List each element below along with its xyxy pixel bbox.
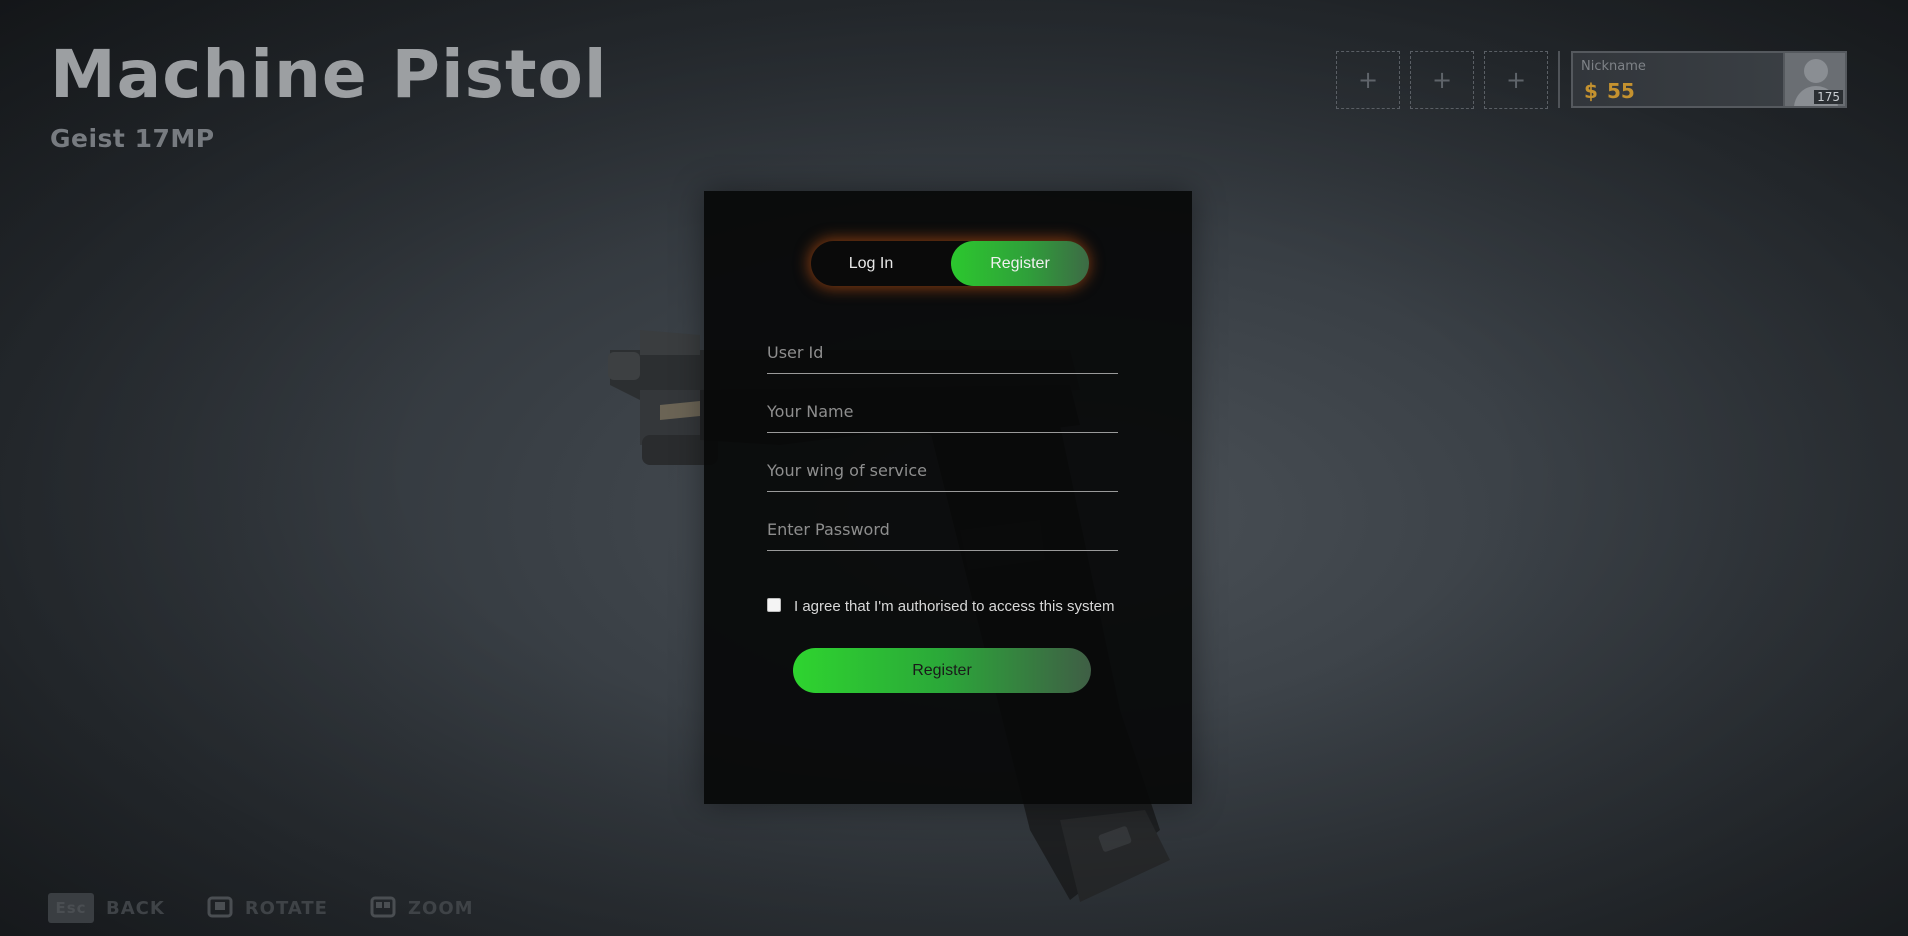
credits-value: 55 bbox=[1607, 79, 1635, 103]
wing-of-service-field[interactable] bbox=[767, 450, 1118, 492]
auth-mode-toggle: Log In Register bbox=[811, 241, 1089, 286]
back-label: BACK bbox=[106, 897, 165, 919]
player-level-badge: 175 bbox=[1814, 90, 1843, 104]
player-nickname: Nickname bbox=[1581, 59, 1646, 74]
back-hint[interactable]: Esc BACK bbox=[48, 893, 165, 923]
password-field[interactable] bbox=[767, 509, 1118, 551]
player-profile-card[interactable]: Nickname $ 55 175 bbox=[1571, 51, 1847, 108]
coin-icon: $ bbox=[1584, 79, 1598, 103]
plus-icon: + bbox=[1357, 66, 1379, 94]
tab-log-in[interactable]: Log In bbox=[811, 241, 931, 286]
rotate-icon bbox=[207, 896, 233, 920]
name-field[interactable] bbox=[767, 391, 1118, 433]
esc-key-icon: Esc bbox=[48, 893, 94, 923]
rotate-hint[interactable]: ROTATE bbox=[207, 896, 328, 920]
rotate-label: ROTATE bbox=[244, 897, 328, 919]
player-credits: $ 55 bbox=[1581, 79, 1635, 103]
register-submit-button[interactable]: Register bbox=[793, 648, 1091, 693]
user-id-field[interactable] bbox=[767, 332, 1118, 374]
page-title: Machine Pistol bbox=[50, 36, 608, 113]
empty-slot-1[interactable]: + bbox=[1336, 51, 1400, 109]
empty-slot-2[interactable]: + bbox=[1410, 51, 1474, 109]
zoom-hint[interactable]: ZOOM bbox=[370, 896, 474, 920]
zoom-icon bbox=[370, 896, 396, 920]
register-modal: Log In Register I agree that I'm authori… bbox=[704, 191, 1192, 804]
user-avatar-icon[interactable]: 175 bbox=[1783, 53, 1845, 106]
plus-icon: + bbox=[1431, 66, 1453, 94]
slot-divider bbox=[1558, 51, 1560, 108]
agree-checkbox[interactable] bbox=[767, 597, 781, 612]
empty-slot-3[interactable]: + bbox=[1484, 51, 1548, 109]
tab-register[interactable]: Register bbox=[951, 241, 1089, 286]
footer-hints: Esc BACK ROTATE ZOOM bbox=[48, 893, 516, 923]
zoom-label: ZOOM bbox=[407, 897, 474, 919]
agree-label: I agree that I'm authorised to access th… bbox=[794, 598, 1115, 615]
weapon-subtitle: Geist 17MP bbox=[50, 124, 215, 153]
agree-row: I agree that I'm authorised to access th… bbox=[767, 594, 1115, 615]
plus-icon: + bbox=[1505, 66, 1527, 94]
